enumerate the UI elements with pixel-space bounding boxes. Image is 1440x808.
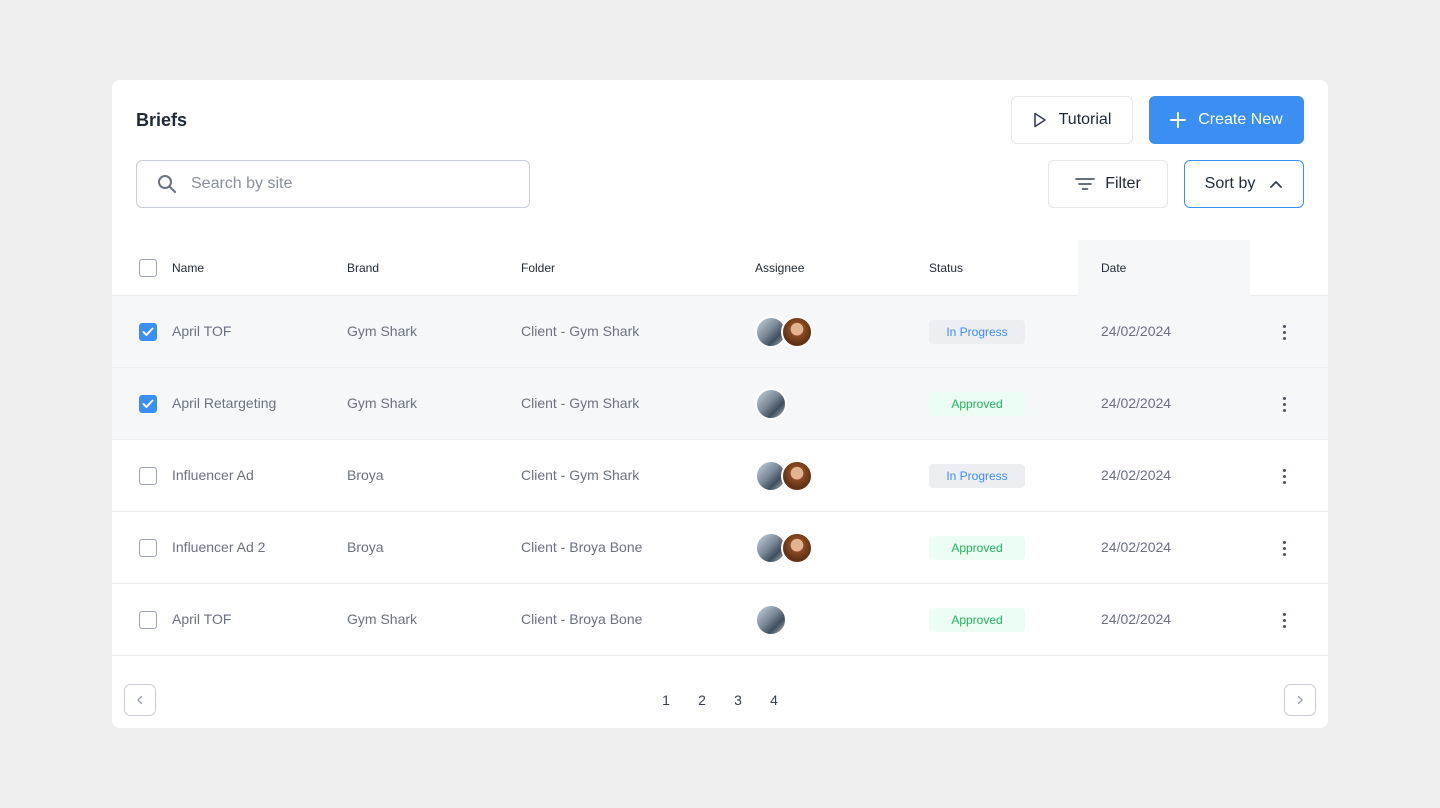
assignee-avatars[interactable] (755, 460, 813, 492)
row-folder: Client - Gym Shark (521, 395, 640, 411)
row-brand: Broya (347, 539, 384, 555)
row-folder: Client - Broya Bone (521, 611, 643, 627)
row-checkbox[interactable] (139, 323, 157, 341)
row-brand: Gym Shark (347, 611, 418, 627)
search-icon (158, 175, 176, 193)
row-brand: Gym Shark (347, 395, 418, 411)
kebab-menu-icon[interactable] (1276, 608, 1292, 632)
play-icon (1033, 112, 1046, 128)
sort-by-button[interactable]: Sort by (1184, 160, 1304, 208)
page-title: Briefs (136, 110, 188, 130)
kebab-menu-icon[interactable] (1276, 464, 1292, 488)
pagination: 1 2 3 4 (648, 688, 792, 712)
row-folder: Client - Broya Bone (521, 539, 643, 555)
status-badge: In Progress (929, 320, 1025, 344)
row-name: Influencer Ad 2 (172, 539, 266, 555)
plus-icon (1170, 112, 1187, 128)
checkmark-icon (142, 327, 154, 336)
avatar (781, 532, 813, 564)
next-page-button[interactable] (1284, 684, 1316, 716)
row-date: 24/02/2024 (1101, 611, 1172, 627)
select-all-checkbox[interactable] (139, 259, 157, 277)
status-badge: In Progress (929, 464, 1025, 488)
checkmark-icon (142, 399, 154, 408)
row-name: April TOF (172, 323, 232, 339)
table-row[interactable]: April TOF Gym Shark Client - Broya Bone App… (112, 584, 1328, 656)
page-1[interactable]: 1 (648, 688, 684, 712)
create-new-label: Create New (1198, 111, 1283, 128)
kebab-menu-icon[interactable] (1276, 320, 1292, 344)
sort-by-label: Sort by (1204, 175, 1256, 192)
row-date: 24/02/2024 (1101, 467, 1172, 483)
page-4[interactable]: 4 (756, 688, 792, 712)
column-date[interactable]: Date (1101, 261, 1126, 275)
assignee-avatars[interactable] (755, 316, 813, 348)
table-row[interactable]: Influencer Ad Broya Client - Gym Shark In P… (112, 440, 1328, 512)
avatar (755, 388, 787, 420)
assignee-avatars[interactable] (755, 388, 787, 420)
page-3[interactable]: 3 (720, 688, 756, 712)
tutorial-label: Tutorial (1058, 111, 1112, 128)
row-name: April TOF (172, 611, 232, 627)
row-checkbox[interactable] (139, 395, 157, 413)
chevron-left-icon (137, 695, 143, 705)
row-name: Influencer Ad (172, 467, 254, 483)
avatar (781, 316, 813, 348)
status-badge: Approved (929, 536, 1025, 560)
kebab-menu-icon[interactable] (1276, 392, 1292, 416)
search-input[interactable] (191, 175, 491, 193)
search-box[interactable] (136, 160, 530, 208)
row-folder: Client - Gym Shark (521, 467, 640, 483)
status-badge: Approved (929, 608, 1025, 632)
status-badge: Approved (929, 392, 1025, 416)
chevron-up-icon (1270, 181, 1283, 188)
row-date: 24/02/2024 (1101, 323, 1172, 339)
row-checkbox[interactable] (139, 611, 157, 629)
filter-icon (1075, 178, 1096, 190)
row-name: April Retargeting (172, 395, 277, 411)
column-folder[interactable]: Folder (521, 261, 555, 275)
kebab-menu-icon[interactable] (1276, 536, 1292, 560)
page-2[interactable]: 2 (684, 688, 720, 712)
column-brand[interactable]: Brand (347, 261, 379, 275)
row-checkbox[interactable] (139, 539, 157, 557)
row-folder: Client - Gym Shark (521, 323, 640, 339)
avatar (781, 460, 813, 492)
row-brand: Broya (347, 467, 384, 483)
row-date: 24/02/2024 (1101, 539, 1172, 555)
table-row[interactable]: Influencer Ad 2 Broya Client - Broya Bone A… (112, 512, 1328, 584)
chevron-right-icon (1297, 695, 1303, 705)
column-status[interactable]: Status (929, 261, 963, 275)
table-row[interactable]: April TOF Gym Shark Client - Gym Shark In P… (112, 296, 1328, 368)
row-date: 24/02/2024 (1101, 395, 1172, 411)
tutorial-button[interactable]: Tutorial (1011, 96, 1133, 144)
filter-label: Filter (1105, 175, 1141, 192)
table-header: Name Brand Folder Assignee Status Date (112, 240, 1328, 296)
table-row[interactable]: April Retargeting Gym Shark Client - Gym S… (112, 368, 1328, 440)
row-brand: Gym Shark (347, 323, 418, 339)
avatar (755, 604, 787, 636)
create-new-button[interactable]: Create New (1149, 96, 1304, 144)
briefs-card: Briefs Tutorial Create New Filter Sort b… (112, 80, 1328, 728)
assignee-avatars[interactable] (755, 532, 813, 564)
filter-button[interactable]: Filter (1048, 160, 1168, 208)
column-assignee[interactable]: Assignee (755, 261, 804, 275)
assignee-avatars[interactable] (755, 604, 787, 636)
column-name[interactable]: Name (172, 261, 204, 275)
row-checkbox[interactable] (139, 467, 157, 485)
prev-page-button[interactable] (124, 684, 156, 716)
